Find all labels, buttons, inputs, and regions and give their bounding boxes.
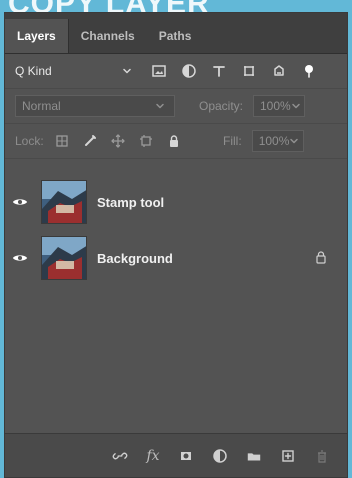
layer-row-stamp-tool[interactable]: Stamp tool: [5, 175, 347, 229]
lock-label: Lock:: [15, 134, 44, 148]
fill-label: Fill:: [223, 134, 242, 148]
chevron-down-icon: [152, 98, 168, 114]
fill-field[interactable]: 100%: [251, 130, 304, 152]
lock-artboard-icon[interactable]: [138, 133, 154, 149]
panel-tabs: Layers Channels Paths: [5, 13, 347, 54]
kind-filter[interactable]: Q Kind: [15, 63, 135, 79]
tab-channels[interactable]: Channels: [69, 19, 147, 53]
eye-icon: [12, 250, 28, 266]
trash-icon[interactable]: [314, 448, 330, 464]
lock-row: Lock: Fill: 100%: [5, 124, 347, 159]
chevron-down-icon: [119, 63, 135, 79]
tab-layers[interactable]: Layers: [5, 19, 69, 53]
folder-icon[interactable]: [246, 448, 262, 464]
toggle-filter-icon[interactable]: [301, 63, 317, 79]
tab-paths[interactable]: Paths: [147, 19, 204, 53]
chevron-down-icon: [291, 98, 301, 114]
adjustment-filter-icon[interactable]: [181, 63, 197, 79]
lock-transparent-pixels-icon[interactable]: [54, 133, 70, 149]
layer-row-background[interactable]: Background: [5, 231, 347, 285]
adjustment-icon[interactable]: [212, 448, 228, 464]
blend-mode-value: Normal: [22, 99, 61, 113]
lock-icon: [313, 249, 329, 265]
lock-icons: [54, 133, 182, 149]
filter-icons: [151, 63, 317, 79]
fill-value: 100%: [258, 134, 290, 148]
eye-icon: [12, 194, 28, 210]
kind-filter-left: Q Kind: [15, 64, 52, 78]
shape-filter-icon[interactable]: [241, 63, 257, 79]
layer-thumbnail: [41, 236, 87, 280]
visibility-toggle[interactable]: [5, 250, 35, 266]
layer-name: Stamp tool: [97, 194, 165, 210]
blend-mode-select[interactable]: Normal: [15, 95, 175, 117]
smart-object-filter-icon[interactable]: [271, 63, 287, 79]
layers-list: Stamp tool Background: [5, 159, 347, 435]
screenshot-frame: COPY LAYER Layers Channels Paths Q Kind: [0, 0, 352, 478]
new-layer-icon[interactable]: [280, 448, 296, 464]
layer-name: Background: [97, 250, 173, 266]
image-filter-icon[interactable]: [151, 63, 167, 79]
lock-image-pixels-icon[interactable]: [82, 133, 98, 149]
blend-row: Normal Opacity: 100%: [5, 89, 347, 124]
opacity-value: 100%: [260, 99, 291, 113]
layers-panel: Layers Channels Paths Q Kind Normal Opac…: [4, 12, 348, 478]
type-filter-icon[interactable]: [211, 63, 227, 79]
kind-filter-label: Q Kind: [15, 64, 52, 78]
layer-thumbnail: [41, 180, 87, 224]
chevron-down-icon: [289, 133, 299, 149]
fx-icon[interactable]: fx: [146, 448, 159, 464]
mask-icon[interactable]: [178, 448, 194, 464]
opacity-field[interactable]: 100%: [253, 95, 305, 117]
panel-footer: fx: [5, 433, 347, 477]
lock-position-icon[interactable]: [110, 133, 126, 149]
link-icon[interactable]: [112, 448, 128, 464]
visibility-toggle[interactable]: [5, 194, 35, 210]
lock-all-icon[interactable]: [166, 133, 182, 149]
filter-row: Q Kind: [5, 54, 347, 89]
opacity-label: Opacity:: [198, 99, 243, 113]
